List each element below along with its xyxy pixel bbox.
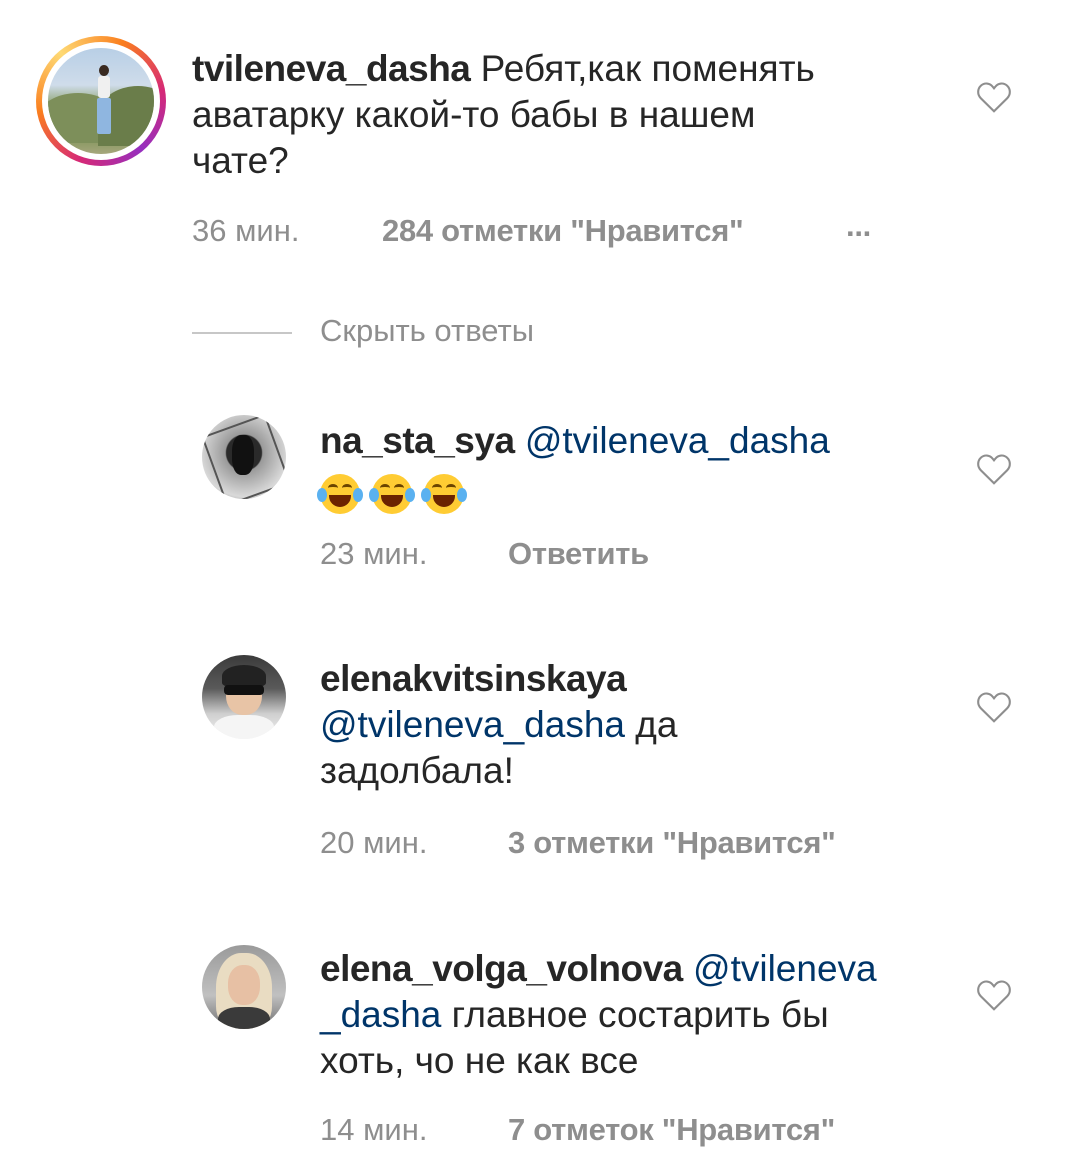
avatar[interactable] <box>202 945 286 1029</box>
heart-icon[interactable] <box>976 690 1012 724</box>
likes-count[interactable]: 3 отметки "Нравится" <box>508 825 836 861</box>
avatar[interactable] <box>202 415 286 499</box>
comment-body: tvileneva_dasha Ребят,как поменять авата… <box>192 46 932 184</box>
username[interactable]: elenakvitsinskaya <box>320 658 627 699</box>
face-with-tears-of-joy-icon <box>369 474 415 514</box>
mention-link[interactable]: _dasha <box>320 994 441 1035</box>
mention-link[interactable]: @tvileneva_dasha <box>320 704 625 745</box>
likes-count[interactable]: 284 отметки "Нравится" <box>382 213 744 249</box>
reply-button[interactable]: Ответить <box>508 536 649 572</box>
more-options-button[interactable]: ... <box>846 208 871 244</box>
face-with-tears-of-joy-icon <box>421 474 467 514</box>
comment-time: 23 мин. <box>320 536 428 571</box>
username[interactable]: elena_volga_volnova <box>320 948 683 989</box>
mention-link[interactable]: @tvileneva_dasha <box>525 420 830 461</box>
story-ring[interactable] <box>36 36 166 166</box>
username[interactable]: na_sta_sya <box>320 420 515 461</box>
comment-text: да <box>624 704 678 745</box>
comment-time: 14 мин. <box>320 1112 428 1147</box>
comment-body: na_sta_sya @tvileneva_dasha <box>320 418 940 464</box>
heart-icon[interactable] <box>976 80 1012 114</box>
avatar[interactable] <box>202 655 286 739</box>
comment-text: аватарку какой-то бабы в нашем <box>192 94 756 135</box>
mention-link[interactable]: @tvileneva <box>693 948 877 989</box>
comment-body: elena_volga_volnova @tvileneva _dasha гл… <box>320 946 940 1084</box>
heart-icon[interactable] <box>976 452 1012 486</box>
hide-replies-button[interactable]: Скрыть ответы <box>320 313 534 349</box>
avatar <box>48 48 154 154</box>
comment-text: хоть, чо не как все <box>320 1040 639 1081</box>
divider <box>192 332 292 334</box>
comment-text: главное состарить бы <box>441 994 829 1035</box>
comment-body: elenakvitsinskaya @tvileneva_dasha да за… <box>320 656 940 794</box>
comment-time: 36 мин. <box>192 213 300 248</box>
likes-count[interactable]: 7 отметок "Нравится" <box>508 1112 835 1148</box>
emoji-row <box>317 474 476 514</box>
comment-text: чате? <box>192 140 289 181</box>
heart-icon[interactable] <box>976 978 1012 1012</box>
face-with-tears-of-joy-icon <box>317 474 363 514</box>
username[interactable]: tvileneva_dasha <box>192 48 471 89</box>
comment-text: задолбала! <box>320 750 514 791</box>
comment-time: 20 мин. <box>320 825 428 860</box>
comment-text: Ребят,как поменять <box>480 48 815 89</box>
